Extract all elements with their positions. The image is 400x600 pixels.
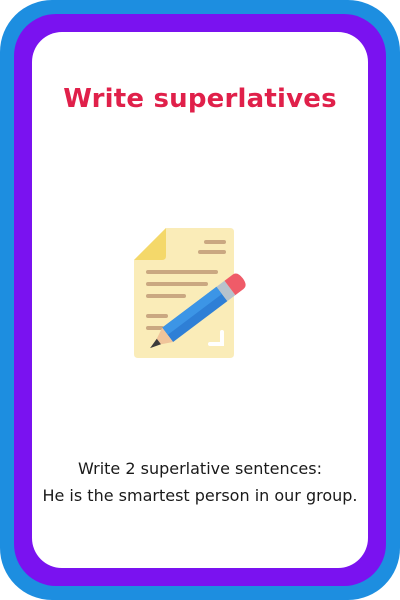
instruction-line-2: He is the smartest person in our group. (42, 486, 358, 505)
instruction-line-1: Write 2 superlative sentences: (78, 459, 322, 478)
document-with-pencil-icon (134, 228, 266, 360)
card-title: Write superlatives (63, 84, 337, 114)
instruction-text: Write 2 superlative sentences: He is the… (40, 455, 360, 509)
